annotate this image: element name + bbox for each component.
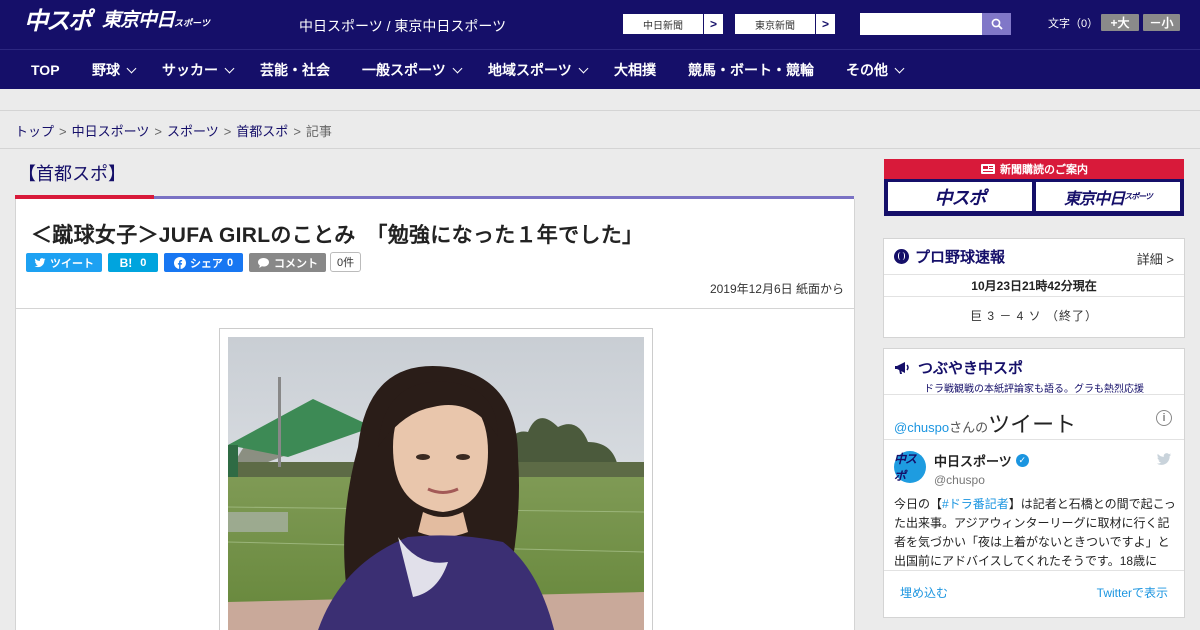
- megaphone-icon: [895, 361, 909, 374]
- breadcrumb-sports[interactable]: スポーツ: [167, 124, 219, 139]
- facebook-icon: [173, 256, 186, 269]
- twitter-bird-icon[interactable]: [1156, 453, 1172, 466]
- site-logo[interactable]: 中スポ 東京中日スポーツ: [24, 8, 210, 36]
- main-nav: TOP 野球 サッカー 芸能・社会 一般スポーツ 地域スポーツ 大相撲 競馬・ボ…: [0, 49, 1200, 89]
- chevron-down-icon: [126, 63, 137, 73]
- embed-link[interactable]: 埋め込む: [900, 584, 948, 601]
- article-photo-frame: [219, 328, 653, 630]
- chevron-right-icon: >: [703, 14, 723, 34]
- article-body: [15, 308, 855, 630]
- tweet-button[interactable]: ツイート: [26, 253, 102, 272]
- newspaper-icon: [981, 164, 995, 174]
- nav-item-local-sports[interactable]: 地域スポーツ: [488, 50, 589, 90]
- view-on-twitter-link[interactable]: Twitterで表示: [1097, 584, 1168, 601]
- breadcrumb-bar: トップ > 中日スポーツ > スポーツ > 首都スポ > 記事: [0, 111, 1200, 149]
- subscribe-tokyo-chunichi[interactable]: 東京中日 スポーツ: [1036, 182, 1180, 211]
- subscription-banner[interactable]: 新聞購読のご案内 中スポ 東京中日 スポーツ: [884, 159, 1184, 216]
- hatena-icon: B!: [119, 255, 133, 270]
- nav-item-other[interactable]: その他: [846, 50, 905, 90]
- tweet-author[interactable]: 中スポ 中日スポーツ ✓ @chuspo: [894, 451, 1029, 487]
- twitter-timeline[interactable]: @chuspoさんのツイート i 中スポ 中日スポーツ ✓ @chuspo 今日…: [884, 395, 1184, 570]
- tweet-text: 今日の【#ドラ番記者】は記者と石橋との間で起こった出来事。アジアウィンターリーグ…: [894, 497, 1176, 568]
- speech-bubble-icon: [258, 257, 269, 268]
- chunichi-shimbun-link[interactable]: 中日新聞 >: [622, 13, 724, 35]
- nav-item-baseball[interactable]: 野球: [92, 50, 137, 90]
- score-timestamp: 10月23日21時42分現在: [884, 275, 1184, 297]
- article-headline: ＜蹴球女子＞JUFA GIRLのことみ 「勉強になった１年でした」: [31, 224, 644, 247]
- breadcrumb-shuto-spo[interactable]: 首都スポ: [236, 124, 288, 139]
- article-header: ＜蹴球女子＞JUFA GIRLのことみ 「勉強になった１年でした」 ツイート B…: [15, 199, 855, 309]
- search-icon: [991, 18, 1003, 30]
- twitter-card-footer: 埋め込む Twitterで表示: [884, 570, 1184, 614]
- twitter-bird-icon: [34, 257, 46, 267]
- nav-item-top[interactable]: TOP: [31, 50, 60, 90]
- font-smaller-button[interactable]: －小: [1143, 14, 1180, 31]
- section-title: 【首都スポ】: [18, 164, 126, 184]
- breadcrumb: トップ > 中日スポーツ > スポーツ > 首都スポ > 記事: [15, 124, 332, 139]
- twitter-card: つぶやき中スポ ドラ戦観戦の本紙評論家も語る。グラも熱烈応援 @chuspoさん…: [883, 348, 1185, 618]
- breadcrumb-chunichi-sports[interactable]: 中日スポーツ: [72, 124, 150, 139]
- chevron-down-icon: [452, 63, 463, 73]
- baseball-detail-link[interactable]: 詳細 >: [1137, 249, 1174, 268]
- breadcrumb-current: 記事: [305, 124, 332, 139]
- nav-item-sumo[interactable]: 大相撲: [614, 50, 656, 90]
- twitter-card-subtitle: ドラ戦観戦の本紙評論家も語る。グラも熱烈応援: [924, 384, 1144, 395]
- tweet-author-name: 中日スポーツ: [934, 454, 1012, 469]
- chevron-down-icon: [224, 63, 235, 73]
- nav-item-general-sports[interactable]: 一般スポーツ: [362, 50, 463, 90]
- tweet-author-handle: @chuspo: [934, 473, 985, 487]
- nav-item-entertainment[interactable]: 芸能・社会: [260, 50, 330, 90]
- search-button[interactable]: [982, 13, 1011, 35]
- hatena-bookmark-button[interactable]: B! 0: [108, 253, 158, 272]
- top-header: 中スポ 東京中日スポーツ 中日スポーツ / 東京中日スポーツ 中日新聞 > 東京…: [0, 0, 1200, 49]
- breadcrumb-top[interactable]: トップ: [15, 124, 54, 139]
- font-larger-button[interactable]: +大: [1101, 14, 1139, 31]
- chevron-right-icon: >: [815, 14, 835, 34]
- comment-button[interactable]: コメント: [249, 253, 326, 272]
- twitter-card-title: つぶやき中スポ: [918, 360, 1024, 377]
- font-size-label: 文字（0）: [1048, 18, 1099, 30]
- spacer-band: [0, 89, 1200, 111]
- chevron-down-icon: [894, 63, 905, 73]
- baseball-card-header: プロ野球速報 詳細 >: [884, 239, 1184, 275]
- logo-tokyo-chunichi[interactable]: 東京中日スポーツ: [102, 8, 210, 36]
- site-name: 中日スポーツ / 東京中日スポーツ: [299, 18, 507, 34]
- twitter-handle-link[interactable]: @chuspo: [894, 420, 949, 435]
- search-input[interactable]: [860, 13, 982, 35]
- baseball-icon: [894, 249, 909, 264]
- avatar[interactable]: 中スポ: [894, 451, 926, 483]
- article-photo[interactable]: [228, 337, 644, 630]
- chevron-down-icon: [578, 63, 589, 73]
- twitter-card-header: つぶやき中スポ ドラ戦観戦の本紙評論家も語る。グラも熱烈応援: [884, 349, 1184, 395]
- comment-count-badge: 0件: [330, 252, 362, 272]
- subscribe-chuspo[interactable]: 中スポ: [888, 182, 1032, 211]
- verified-badge-icon: ✓: [1015, 454, 1029, 467]
- photo-illustration: [228, 337, 644, 630]
- subscription-title: 新聞購読のご案内: [884, 159, 1184, 179]
- logo-chuspo[interactable]: 中スポ: [24, 8, 92, 36]
- facebook-share-button[interactable]: シェア 0: [164, 253, 243, 272]
- nav-item-racing[interactable]: 競馬・ボート・競輪: [688, 50, 814, 90]
- info-icon[interactable]: i: [1156, 410, 1172, 426]
- tokyo-shimbun-link[interactable]: 東京新聞 >: [734, 13, 836, 35]
- hashtag-link[interactable]: #ドラ番記者: [942, 497, 1009, 511]
- baseball-scores-card: プロ野球速報 詳細 > 10月23日21時42分現在 巨 3 － 4 ソ （終了…: [883, 238, 1185, 338]
- game-score[interactable]: 巨 3 － 4 ソ （終了）: [884, 297, 1184, 333]
- nav-item-soccer[interactable]: サッカー: [162, 50, 235, 90]
- article-date: 2019年12月6日 紙面から: [709, 282, 844, 296]
